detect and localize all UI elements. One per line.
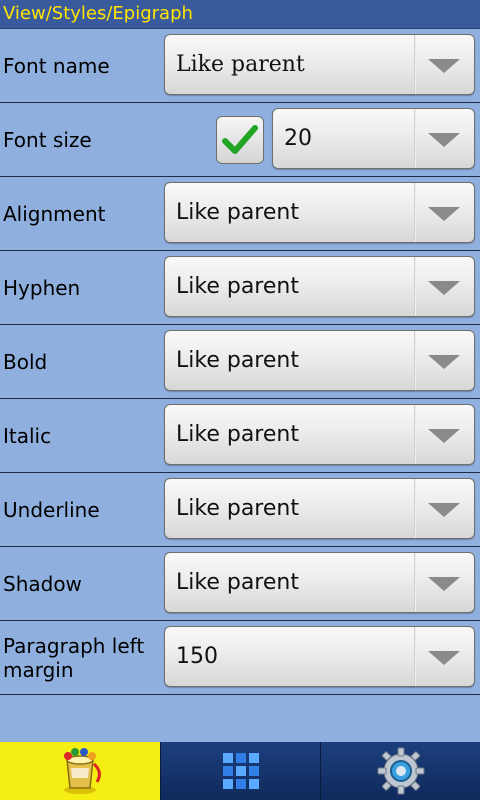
- setting-label: Underline: [3, 497, 100, 522]
- dropdown-divider: [414, 405, 416, 464]
- dropdown-arrow-icon: [428, 503, 460, 517]
- dropdown-value: Like parent: [176, 422, 299, 447]
- paragraph-left-margin-dropdown[interactable]: 150: [164, 626, 475, 687]
- setting-label: Alignment: [3, 201, 106, 226]
- dropdown-divider: [414, 183, 416, 242]
- setting-row-shadow: Shadow Like parent: [0, 547, 480, 621]
- page-title: View/Styles/Epigraph: [3, 3, 193, 24]
- dropdown-value: Like parent: [176, 496, 299, 521]
- tab-grid[interactable]: [160, 742, 321, 800]
- dropdown-divider: [414, 331, 416, 390]
- bottom-tab-bar: [0, 742, 480, 800]
- gear-icon: [377, 747, 425, 795]
- bold-dropdown[interactable]: Like parent: [164, 330, 475, 391]
- dropdown-value: Like parent: [176, 348, 299, 373]
- setting-row-hyphen: Hyphen Like parent: [0, 251, 480, 325]
- title-bar: View/Styles/Epigraph: [0, 0, 480, 29]
- alignment-dropdown[interactable]: Like parent: [164, 182, 475, 243]
- setting-label: Italic: [3, 423, 52, 448]
- setting-row-italic: Italic Like parent: [0, 399, 480, 473]
- italic-dropdown[interactable]: Like parent: [164, 404, 475, 465]
- dropdown-arrow-icon: [428, 355, 460, 369]
- dropdown-divider: [414, 109, 416, 168]
- hyphen-dropdown[interactable]: Like parent: [164, 256, 475, 317]
- dropdown-value: Like parent: [176, 200, 299, 225]
- setting-label: Shadow: [3, 571, 82, 596]
- dropdown-divider: [414, 627, 416, 686]
- dropdown-value: Like parent: [176, 274, 299, 299]
- dropdown-value: 150: [176, 644, 218, 669]
- dropdown-arrow-icon: [428, 207, 460, 221]
- tab-styles[interactable]: [0, 742, 160, 800]
- setting-row-underline: Underline Like parent: [0, 473, 480, 547]
- dropdown-value: 20: [284, 126, 312, 151]
- font-name-dropdown[interactable]: Like parent: [164, 34, 475, 95]
- dropdown-arrow-icon: [428, 133, 460, 147]
- dropdown-arrow-icon: [428, 281, 460, 295]
- font-size-dropdown[interactable]: 20: [272, 108, 475, 169]
- shadow-dropdown[interactable]: Like parent: [164, 552, 475, 613]
- dropdown-value: Like parent: [176, 52, 305, 77]
- tab-settings[interactable]: [320, 742, 480, 800]
- setting-label: Hyphen: [3, 275, 81, 300]
- setting-row-alignment: Alignment Like parent: [0, 177, 480, 251]
- dropdown-arrow-icon: [428, 59, 460, 73]
- dropdown-divider: [414, 553, 416, 612]
- font-size-checkbox[interactable]: [216, 116, 264, 164]
- setting-label: Paragraph left margin: [3, 633, 145, 682]
- dropdown-arrow-icon: [428, 577, 460, 591]
- settings-list: Font name Like parent Font size 20 Align…: [0, 29, 480, 695]
- underline-dropdown[interactable]: Like parent: [164, 478, 475, 539]
- setting-label: Bold: [3, 349, 48, 374]
- setting-row-paragraph-left-margin: Paragraph left margin 150: [0, 621, 480, 695]
- setting-row-font-size: Font size 20: [0, 103, 480, 177]
- dropdown-divider: [414, 257, 416, 316]
- dropdown-arrow-icon: [428, 651, 460, 665]
- dropdown-value: Like parent: [176, 570, 299, 595]
- paint-bucket-icon: [64, 748, 101, 794]
- setting-row-font-name: Font name Like parent: [0, 29, 480, 103]
- grid-icon: [223, 753, 259, 789]
- setting-label: Font name: [3, 53, 110, 78]
- checkmark-icon: [222, 125, 258, 154]
- setting-label: Font size: [3, 127, 92, 152]
- setting-row-bold: Bold Like parent: [0, 325, 480, 399]
- dropdown-arrow-icon: [428, 429, 460, 443]
- dropdown-divider: [414, 479, 416, 538]
- dropdown-divider: [414, 35, 416, 94]
